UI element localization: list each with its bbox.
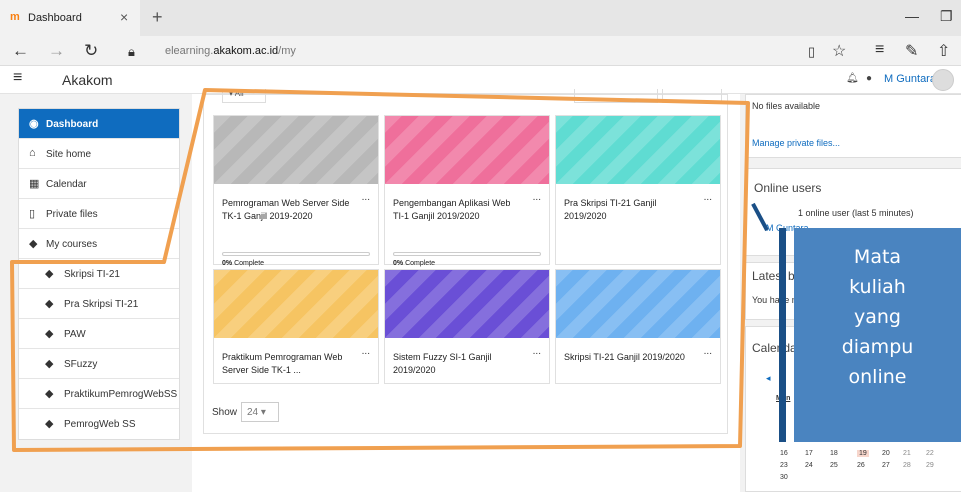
annotation-line-text: kuliah xyxy=(849,276,906,298)
annotation-line xyxy=(779,228,786,442)
annotation-line-text: online xyxy=(848,366,907,388)
annotation-line-text: yang xyxy=(854,306,901,328)
annotation-line-text: Mata xyxy=(853,246,902,268)
annotation-box: Mata kuliah yang diampu online xyxy=(794,228,961,442)
annotation-line-text: diampu xyxy=(841,336,914,358)
